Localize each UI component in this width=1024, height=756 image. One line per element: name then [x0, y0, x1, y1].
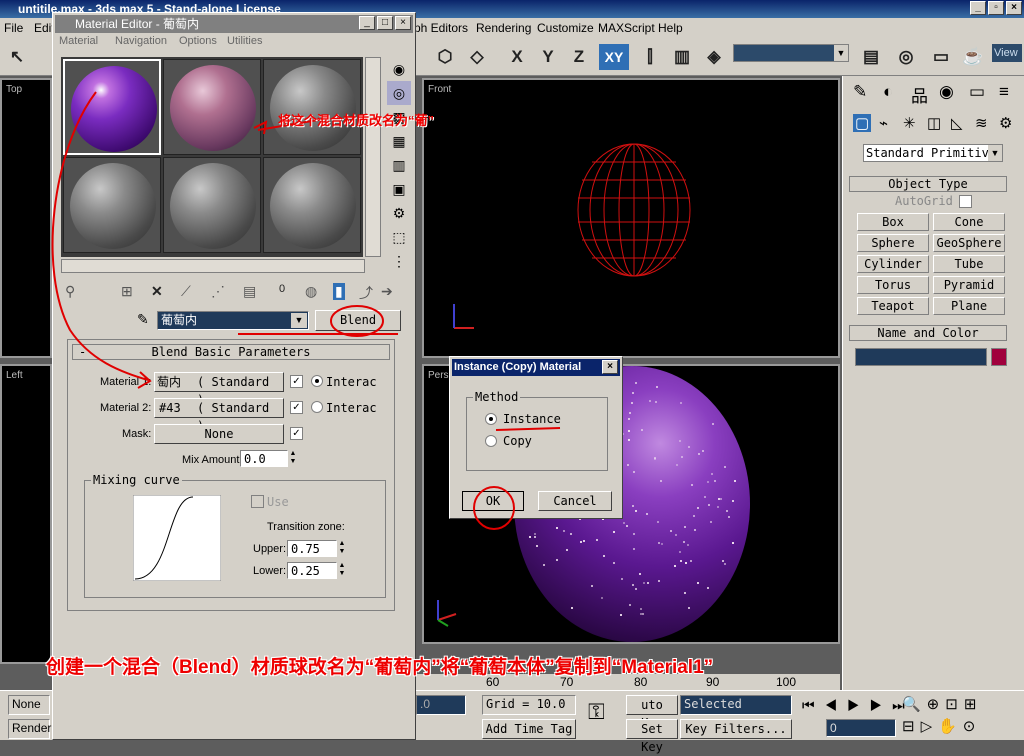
tutorial-annotation-marks [51, 91, 561, 530]
tutorial-caption: 创建一个混合（Blend）材质球改名为“葡萄内”将“葡萄本体”复制到“Mater… [46, 657, 714, 678]
rename-annotation: 将这个混合材质改名为“葡” [278, 113, 435, 128]
